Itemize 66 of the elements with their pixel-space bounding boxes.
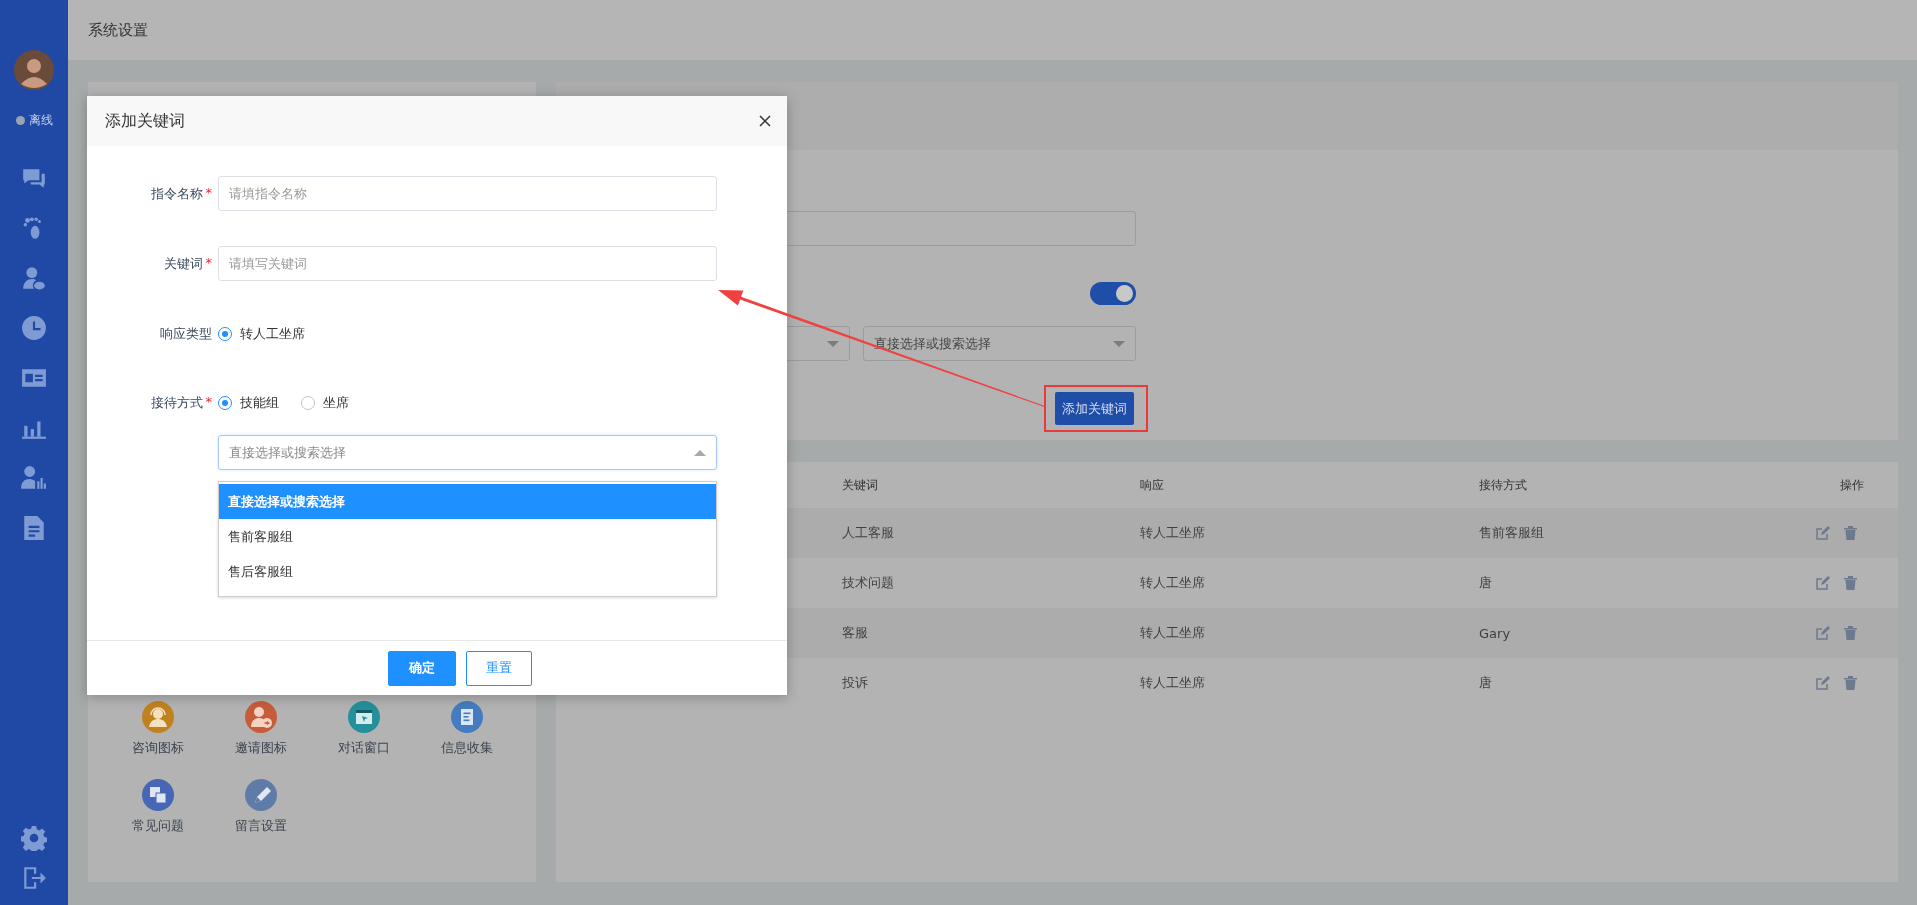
tool-label[interactable]: 常见问题 xyxy=(131,817,184,835)
radio-label[interactable]: 坐席 xyxy=(323,393,349,412)
column-header: 响应 xyxy=(1140,476,1165,494)
column-header: 关键词 xyxy=(842,476,879,494)
field-label: 关键词 xyxy=(163,254,203,273)
tool-icon[interactable] xyxy=(347,701,380,733)
tool-icon[interactable] xyxy=(450,701,483,733)
tool-icon[interactable] xyxy=(244,701,277,733)
table-cell-text: 投诉 xyxy=(842,674,869,692)
field-label: 接待方式 xyxy=(150,393,203,412)
table-cell-text: 唐 xyxy=(1479,574,1493,592)
table-cell-text: 转人工坐席 xyxy=(1140,524,1206,542)
field-label: 指令名称 xyxy=(150,184,203,203)
radio-label[interactable]: 转人工坐席 xyxy=(240,324,305,343)
tool-icon[interactable] xyxy=(244,779,277,811)
delete-icon[interactable] xyxy=(1844,526,1857,540)
logout-icon[interactable] xyxy=(21,865,47,891)
dropdown-option[interactable]: 售前客服组 xyxy=(219,519,716,554)
delete-icon[interactable] xyxy=(1844,626,1857,640)
page-title: 系统设置 xyxy=(88,20,148,40)
status-dot xyxy=(15,116,25,125)
edit-icon[interactable] xyxy=(1816,676,1830,690)
required-mark: * xyxy=(205,184,212,202)
table-cell-text: 转人工坐席 xyxy=(1140,674,1206,692)
tool-label[interactable]: 邀请图标 xyxy=(234,739,287,757)
status-label: 离线 xyxy=(28,112,53,129)
field-label: 响应类型 xyxy=(160,324,212,343)
dialog-title: 添加关键词 xyxy=(105,110,185,132)
required-mark: * xyxy=(205,254,212,272)
column-header: 操作 xyxy=(1839,476,1865,494)
add-keyword-button[interactable]: 添加关键词 xyxy=(1055,392,1134,425)
edit-icon[interactable] xyxy=(1816,626,1830,640)
confirm-button[interactable]: 确定 xyxy=(388,650,456,686)
radio-label[interactable]: 技能组 xyxy=(240,393,279,412)
edit-icon[interactable] xyxy=(1816,526,1830,540)
tool-label[interactable]: 信息收集 xyxy=(440,739,493,757)
edit-icon[interactable] xyxy=(1816,576,1830,590)
table-cell-text: 人工客服 xyxy=(842,524,895,542)
tool-label[interactable]: 留言设置 xyxy=(234,817,287,835)
reset-button[interactable]: 重置 xyxy=(466,650,532,686)
delete-icon[interactable] xyxy=(1844,676,1857,690)
dropdown-option[interactable]: 直接选择或搜索选择 xyxy=(219,484,716,519)
settings-icon[interactable] xyxy=(21,825,47,851)
tool-label[interactable]: 对话窗口 xyxy=(337,739,390,757)
table-cell-text: 转人工坐席 xyxy=(1140,624,1206,642)
close-icon[interactable] xyxy=(759,115,771,127)
avatar[interactable] xyxy=(14,50,54,90)
column-header: 接待方式 xyxy=(1479,476,1528,494)
table-cell-text: Gary xyxy=(1479,625,1512,641)
delete-icon[interactable] xyxy=(1844,576,1857,590)
clock-icon[interactable] xyxy=(21,315,47,341)
document-icon[interactable] xyxy=(21,515,47,541)
table-cell-text: 客服 xyxy=(842,624,869,642)
toggle-switch[interactable] xyxy=(1090,282,1136,305)
tool-label[interactable]: 咨询图标 xyxy=(131,739,184,757)
dropdown-option[interactable]: 售后客服组 xyxy=(219,554,716,589)
table-cell-text: 售前客服组 xyxy=(1479,524,1545,542)
user-chart-icon[interactable] xyxy=(21,465,47,491)
table-cell-text: 转人工坐席 xyxy=(1140,574,1206,592)
select-field[interactable]: 直接选择或搜索选择 xyxy=(218,435,717,470)
tool-icon[interactable] xyxy=(141,701,174,733)
tool-icon[interactable] xyxy=(141,779,174,811)
table-cell-text: 唐 xyxy=(1479,674,1493,692)
table-cell-text: 技术问题 xyxy=(842,574,895,592)
user-icon[interactable] xyxy=(21,265,47,291)
required-mark: * xyxy=(205,393,212,411)
